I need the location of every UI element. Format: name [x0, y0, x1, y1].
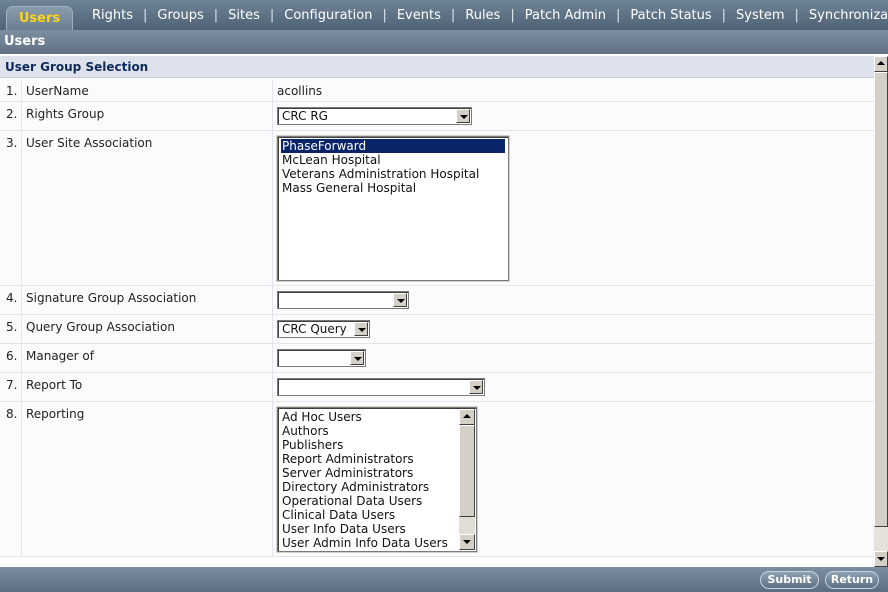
- nav-items: Rights | Groups | Sites | Configuration …: [82, 0, 888, 30]
- tab-users[interactable]: Users: [6, 6, 73, 30]
- list-option[interactable]: Operational Data Users: [281, 494, 456, 508]
- form-row-query-group: 5. Query Group Association CRC Query: [0, 315, 874, 344]
- scroll-down-icon[interactable]: [459, 534, 475, 550]
- page-scrollbar[interactable]: [874, 56, 888, 567]
- row-number: 7.: [0, 373, 22, 401]
- scroll-up-icon[interactable]: [459, 409, 475, 425]
- row-number: 2.: [0, 102, 22, 130]
- row-label: Query Group Association: [22, 315, 273, 343]
- form-row-rights-group: 2. Rights Group CRC RG: [0, 102, 874, 131]
- row-number: 3.: [0, 131, 22, 285]
- form-panel: User Group Selection 1. UserName acollin…: [0, 56, 874, 567]
- select-value: CRC Query: [282, 322, 347, 336]
- form-row-report-to: 7. Report To: [0, 373, 874, 402]
- list-option[interactable]: Report Administrators: [281, 452, 456, 466]
- section-title: User Group Selection: [0, 56, 874, 78]
- chevron-down-icon[interactable]: [350, 351, 364, 365]
- list-option[interactable]: McLean Hospital: [281, 153, 505, 167]
- chevron-down-icon[interactable]: [393, 293, 407, 307]
- form-row-manager-of: 6. Manager of: [0, 344, 874, 373]
- form-row-user-site-association: 3. User Site Association PhaseForward Mc…: [0, 131, 874, 286]
- user-site-listbox[interactable]: PhaseForward McLean Hospital Veterans Ad…: [277, 136, 509, 281]
- row-label: Reporting: [22, 402, 273, 556]
- list-option[interactable]: Ad Hoc Users: [281, 410, 456, 424]
- tab-groups[interactable]: Groups: [147, 8, 213, 23]
- scroll-up-icon[interactable]: [874, 56, 888, 72]
- row-number: 6.: [0, 344, 22, 372]
- footer-bar: Submit Return: [0, 567, 888, 592]
- chevron-down-icon[interactable]: [354, 322, 368, 336]
- listbox-scrollbar[interactable]: [459, 409, 475, 550]
- chevron-down-icon[interactable]: [469, 380, 483, 394]
- form-row-username: 1. UserName acollins: [0, 79, 874, 102]
- row-number: 8.: [0, 402, 22, 556]
- list-option[interactable]: Directory Administrators: [281, 480, 456, 494]
- list-option[interactable]: Publishers: [281, 438, 456, 452]
- username-value: acollins: [277, 84, 323, 98]
- tab-events[interactable]: Events: [387, 8, 451, 23]
- row-number: 1.: [0, 79, 22, 101]
- tab-patch-status[interactable]: Patch Status: [620, 8, 721, 23]
- top-nav: Users Rights | Groups | Sites | Configur…: [0, 0, 888, 30]
- tab-patch-admin[interactable]: Patch Admin: [515, 8, 616, 23]
- rights-group-select[interactable]: CRC RG: [277, 107, 472, 125]
- row-number: 4.: [0, 286, 22, 314]
- tab-rules[interactable]: Rules: [455, 8, 510, 23]
- reporting-listbox[interactable]: Ad Hoc Users Authors Publishers Report A…: [277, 407, 477, 552]
- form-row-signature-group: 4. Signature Group Association: [0, 286, 874, 315]
- page-title: Users: [0, 30, 888, 54]
- list-option[interactable]: User Admin Info Data Users: [281, 536, 456, 550]
- form-row-reporting: 8. Reporting Ad Hoc Users Authors Publis…: [0, 402, 874, 557]
- return-button[interactable]: Return: [825, 571, 879, 589]
- list-option[interactable]: Clinical Data Users: [281, 508, 456, 522]
- row-label: User Site Association: [22, 131, 273, 285]
- query-group-select[interactable]: CRC Query: [277, 320, 370, 338]
- scroll-thumb[interactable]: [459, 425, 475, 517]
- row-label: Rights Group: [22, 102, 273, 130]
- tab-configuration[interactable]: Configuration: [274, 8, 382, 23]
- list-option[interactable]: User Info Data Users: [281, 522, 456, 536]
- chevron-down-icon[interactable]: [456, 109, 470, 123]
- scroll-thumb[interactable]: [874, 72, 888, 527]
- signature-group-select[interactable]: [277, 291, 409, 309]
- row-label: UserName: [22, 79, 273, 101]
- report-to-select[interactable]: [277, 378, 485, 396]
- tab-rights[interactable]: Rights: [82, 8, 143, 23]
- scroll-down-icon[interactable]: [874, 551, 888, 567]
- row-label: Manager of: [22, 344, 273, 372]
- list-option[interactable]: PhaseForward: [281, 139, 505, 153]
- list-option[interactable]: Authors: [281, 424, 456, 438]
- select-value: CRC RG: [282, 109, 328, 123]
- list-option[interactable]: Veterans Administration Hospital: [281, 167, 505, 181]
- tab-sites[interactable]: Sites: [218, 8, 270, 23]
- row-number: 5.: [0, 315, 22, 343]
- list-option[interactable]: Mass General Hospital: [281, 181, 505, 195]
- tab-synchronization[interactable]: Synchronization: [799, 8, 888, 23]
- manager-of-select[interactable]: [277, 349, 366, 367]
- row-label: Signature Group Association: [22, 286, 273, 314]
- submit-button[interactable]: Submit: [760, 571, 819, 589]
- tab-system[interactable]: System: [726, 8, 794, 23]
- row-label: Report To: [22, 373, 273, 401]
- list-option[interactable]: Server Administrators: [281, 466, 456, 480]
